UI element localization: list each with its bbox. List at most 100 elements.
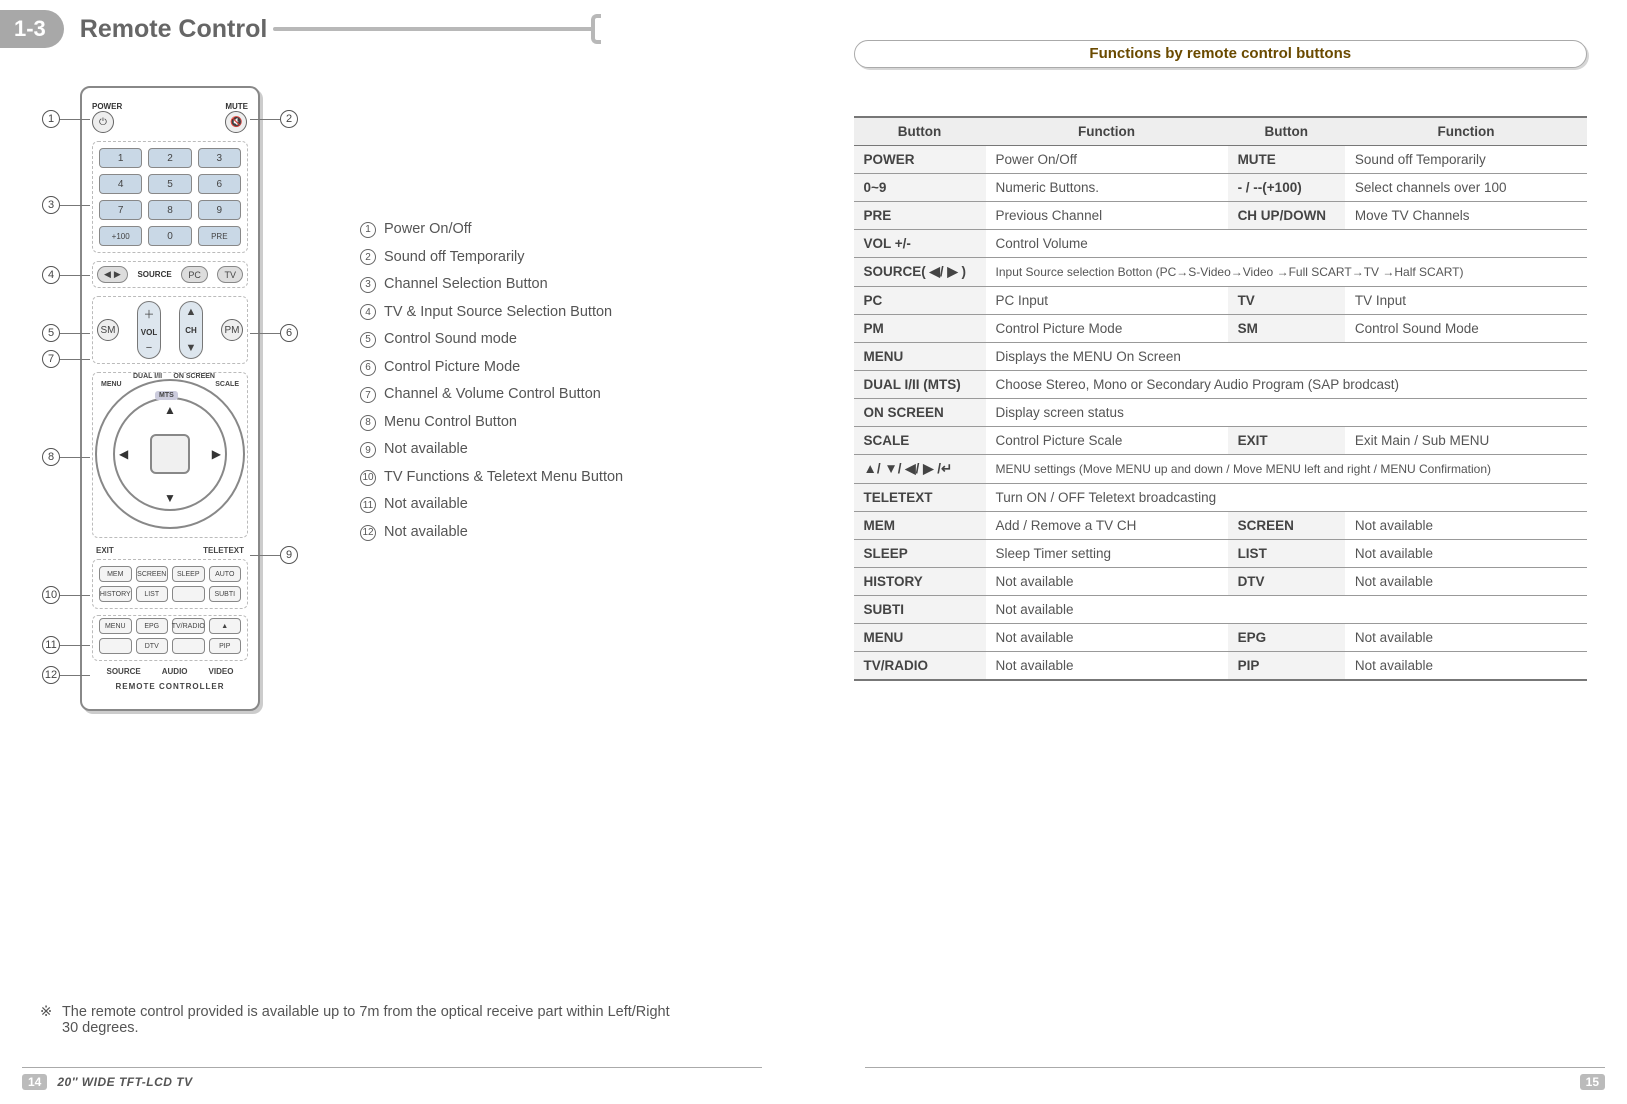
- button-cell: SCREEN: [1228, 512, 1345, 540]
- pc-pill: PC: [181, 266, 208, 283]
- arc-onscreen: ON SCREEN: [173, 373, 215, 380]
- button-cell: 0~9: [854, 174, 986, 202]
- button-cell: PRE: [854, 202, 986, 230]
- legend-item: 2Sound off Temporarily: [360, 244, 623, 272]
- table-row: TV/RADIONot availablePIPNot available: [854, 652, 1588, 681]
- function-cell: Displays the MENU On Screen: [986, 343, 1587, 371]
- button-cell: EXIT: [1228, 427, 1345, 455]
- legend-text: Power On/Off: [384, 216, 472, 244]
- dtv-btn: DTV: [136, 638, 169, 654]
- up-btn: ▲: [209, 618, 242, 634]
- num-7: 7: [99, 200, 142, 220]
- legend-item: 5Control Sound mode: [360, 326, 623, 354]
- mts-label: MTS: [155, 391, 178, 400]
- video-label: VIDEO: [209, 667, 234, 676]
- legend-item: 9Not available: [360, 436, 623, 464]
- legend-index: 10: [360, 470, 376, 486]
- blank-btn-1: [172, 586, 205, 602]
- mem-btn: MEM: [99, 566, 132, 582]
- source-row: ◀▶ SOURCE PC TV: [92, 261, 248, 288]
- left-arrow-icon: ◀: [119, 447, 128, 461]
- function-cell: Control Volume: [986, 230, 1587, 258]
- ch-rocker: ▲CH▼: [179, 301, 203, 359]
- table-row: POWERPower On/OffMUTESound off Temporari…: [854, 146, 1588, 174]
- legend-text: Not available: [384, 491, 468, 519]
- down-arrow-icon: ▼: [164, 491, 176, 505]
- button-cell: TV: [1228, 287, 1345, 315]
- function-cell: Display screen status: [986, 399, 1587, 427]
- button-cell: SLEEP: [854, 540, 986, 568]
- function-cell: Move TV Channels: [1345, 202, 1587, 230]
- function-cell: Add / Remove a TV CH: [986, 512, 1228, 540]
- footer-title-left: 20″ WIDE TFT-LCD TV: [57, 1075, 192, 1089]
- num-5: 5: [148, 174, 191, 194]
- num-4: 4: [99, 174, 142, 194]
- button-cell: HISTORY: [854, 568, 986, 596]
- num-8: 8: [148, 200, 191, 220]
- function-cell: Not available: [986, 624, 1228, 652]
- table-row: PCPC InputTVTV Input: [854, 287, 1588, 315]
- page-number-left: 14: [22, 1074, 47, 1090]
- function-cell: Control Sound Mode: [1345, 315, 1587, 343]
- footer-right: 15: [865, 1067, 1605, 1090]
- source-pill: ◀▶: [97, 266, 128, 283]
- legend-text: Not available: [384, 519, 468, 547]
- function-cell: Not available: [1345, 652, 1587, 681]
- function-cell: Not available: [986, 652, 1228, 681]
- function-cell: Turn ON / OFF Teletext broadcasting: [986, 484, 1587, 512]
- numpad: 1 2 3 4 5 6 7 8 9 +100 0 PRE: [92, 141, 248, 253]
- num-9: 9: [198, 200, 241, 220]
- right-page-header: Functions by remote control buttons: [854, 36, 1588, 72]
- legend-item: 3 Channel Selection Button: [360, 271, 623, 299]
- menu2-btn: MENU: [99, 618, 132, 634]
- table-row: TELETEXTTurn ON / OFF Teletext broadcast…: [854, 484, 1588, 512]
- legend-item: 6Control Picture Mode: [360, 354, 623, 382]
- button-cell: TELETEXT: [854, 484, 986, 512]
- function-cell: MENU settings (Move MENU up and down / M…: [986, 455, 1587, 484]
- pip-btn: PIP: [209, 638, 242, 654]
- legend-text: Channel Selection Button: [384, 271, 548, 299]
- th-function-1: Function: [986, 117, 1228, 146]
- blank-b1: [99, 638, 132, 654]
- table-row: SLEEPSleep Timer settingLISTNot availabl…: [854, 540, 1588, 568]
- legend-text: TV & Input Source Selection Button: [384, 299, 612, 327]
- note-line-1: The remote control provided is available…: [62, 1004, 670, 1020]
- auto-btn: AUTO: [209, 566, 242, 582]
- num-3: 3: [198, 148, 241, 168]
- screen-btn: SCREEN: [136, 566, 169, 582]
- num-6: 6: [198, 174, 241, 194]
- ok-button: [150, 434, 190, 474]
- legend-item: 4TV & Input Source Selection Button: [360, 299, 623, 327]
- tv-pill: TV: [217, 266, 243, 283]
- note-line-2: 30 degrees.: [40, 1020, 774, 1036]
- source-label2: SOURCE: [107, 667, 141, 676]
- function-cell: Not available: [1345, 568, 1587, 596]
- button-cell: ON SCREEN: [854, 399, 986, 427]
- table-row: ON SCREENDisplay screen status: [854, 399, 1588, 427]
- legend-text: Not available: [384, 436, 468, 464]
- legend-index: 2: [360, 249, 376, 265]
- function-cell: Not available: [1345, 512, 1587, 540]
- function-cell: Not available: [986, 596, 1587, 624]
- history-btn: HISTORY: [99, 586, 132, 602]
- section-title: Remote Control: [80, 15, 268, 44]
- function-cell: Control Picture Scale: [986, 427, 1228, 455]
- button-cell: DTV: [1228, 568, 1345, 596]
- legend-index: 3: [360, 277, 376, 293]
- button-cell: CH UP/DOWN: [1228, 202, 1345, 230]
- legend-item: 10TV Functions & Teletext Menu Button: [360, 464, 623, 492]
- arc-scale: SCALE: [215, 381, 239, 388]
- legend-item: 11 Not available: [360, 491, 623, 519]
- vol-ch-block: SM ＋VOL− ▲CH▼ PM: [92, 296, 248, 364]
- function-cell: Previous Channel: [986, 202, 1228, 230]
- th-function-2: Function: [1345, 117, 1587, 146]
- power-button-icon: ⏻: [92, 111, 114, 133]
- function-cell: Exit Main / Sub MENU: [1345, 427, 1587, 455]
- mute-button-icon: 🔇: [225, 111, 247, 133]
- button-cell: DUAL I/II (MTS): [854, 371, 986, 399]
- button-cell: MUTE: [1228, 146, 1345, 174]
- legend-index: 11: [360, 497, 376, 513]
- right-page: Functions by remote control buttons Butt…: [814, 0, 1627, 1104]
- legend-index: 5: [360, 332, 376, 348]
- function-cell: TV Input: [1345, 287, 1587, 315]
